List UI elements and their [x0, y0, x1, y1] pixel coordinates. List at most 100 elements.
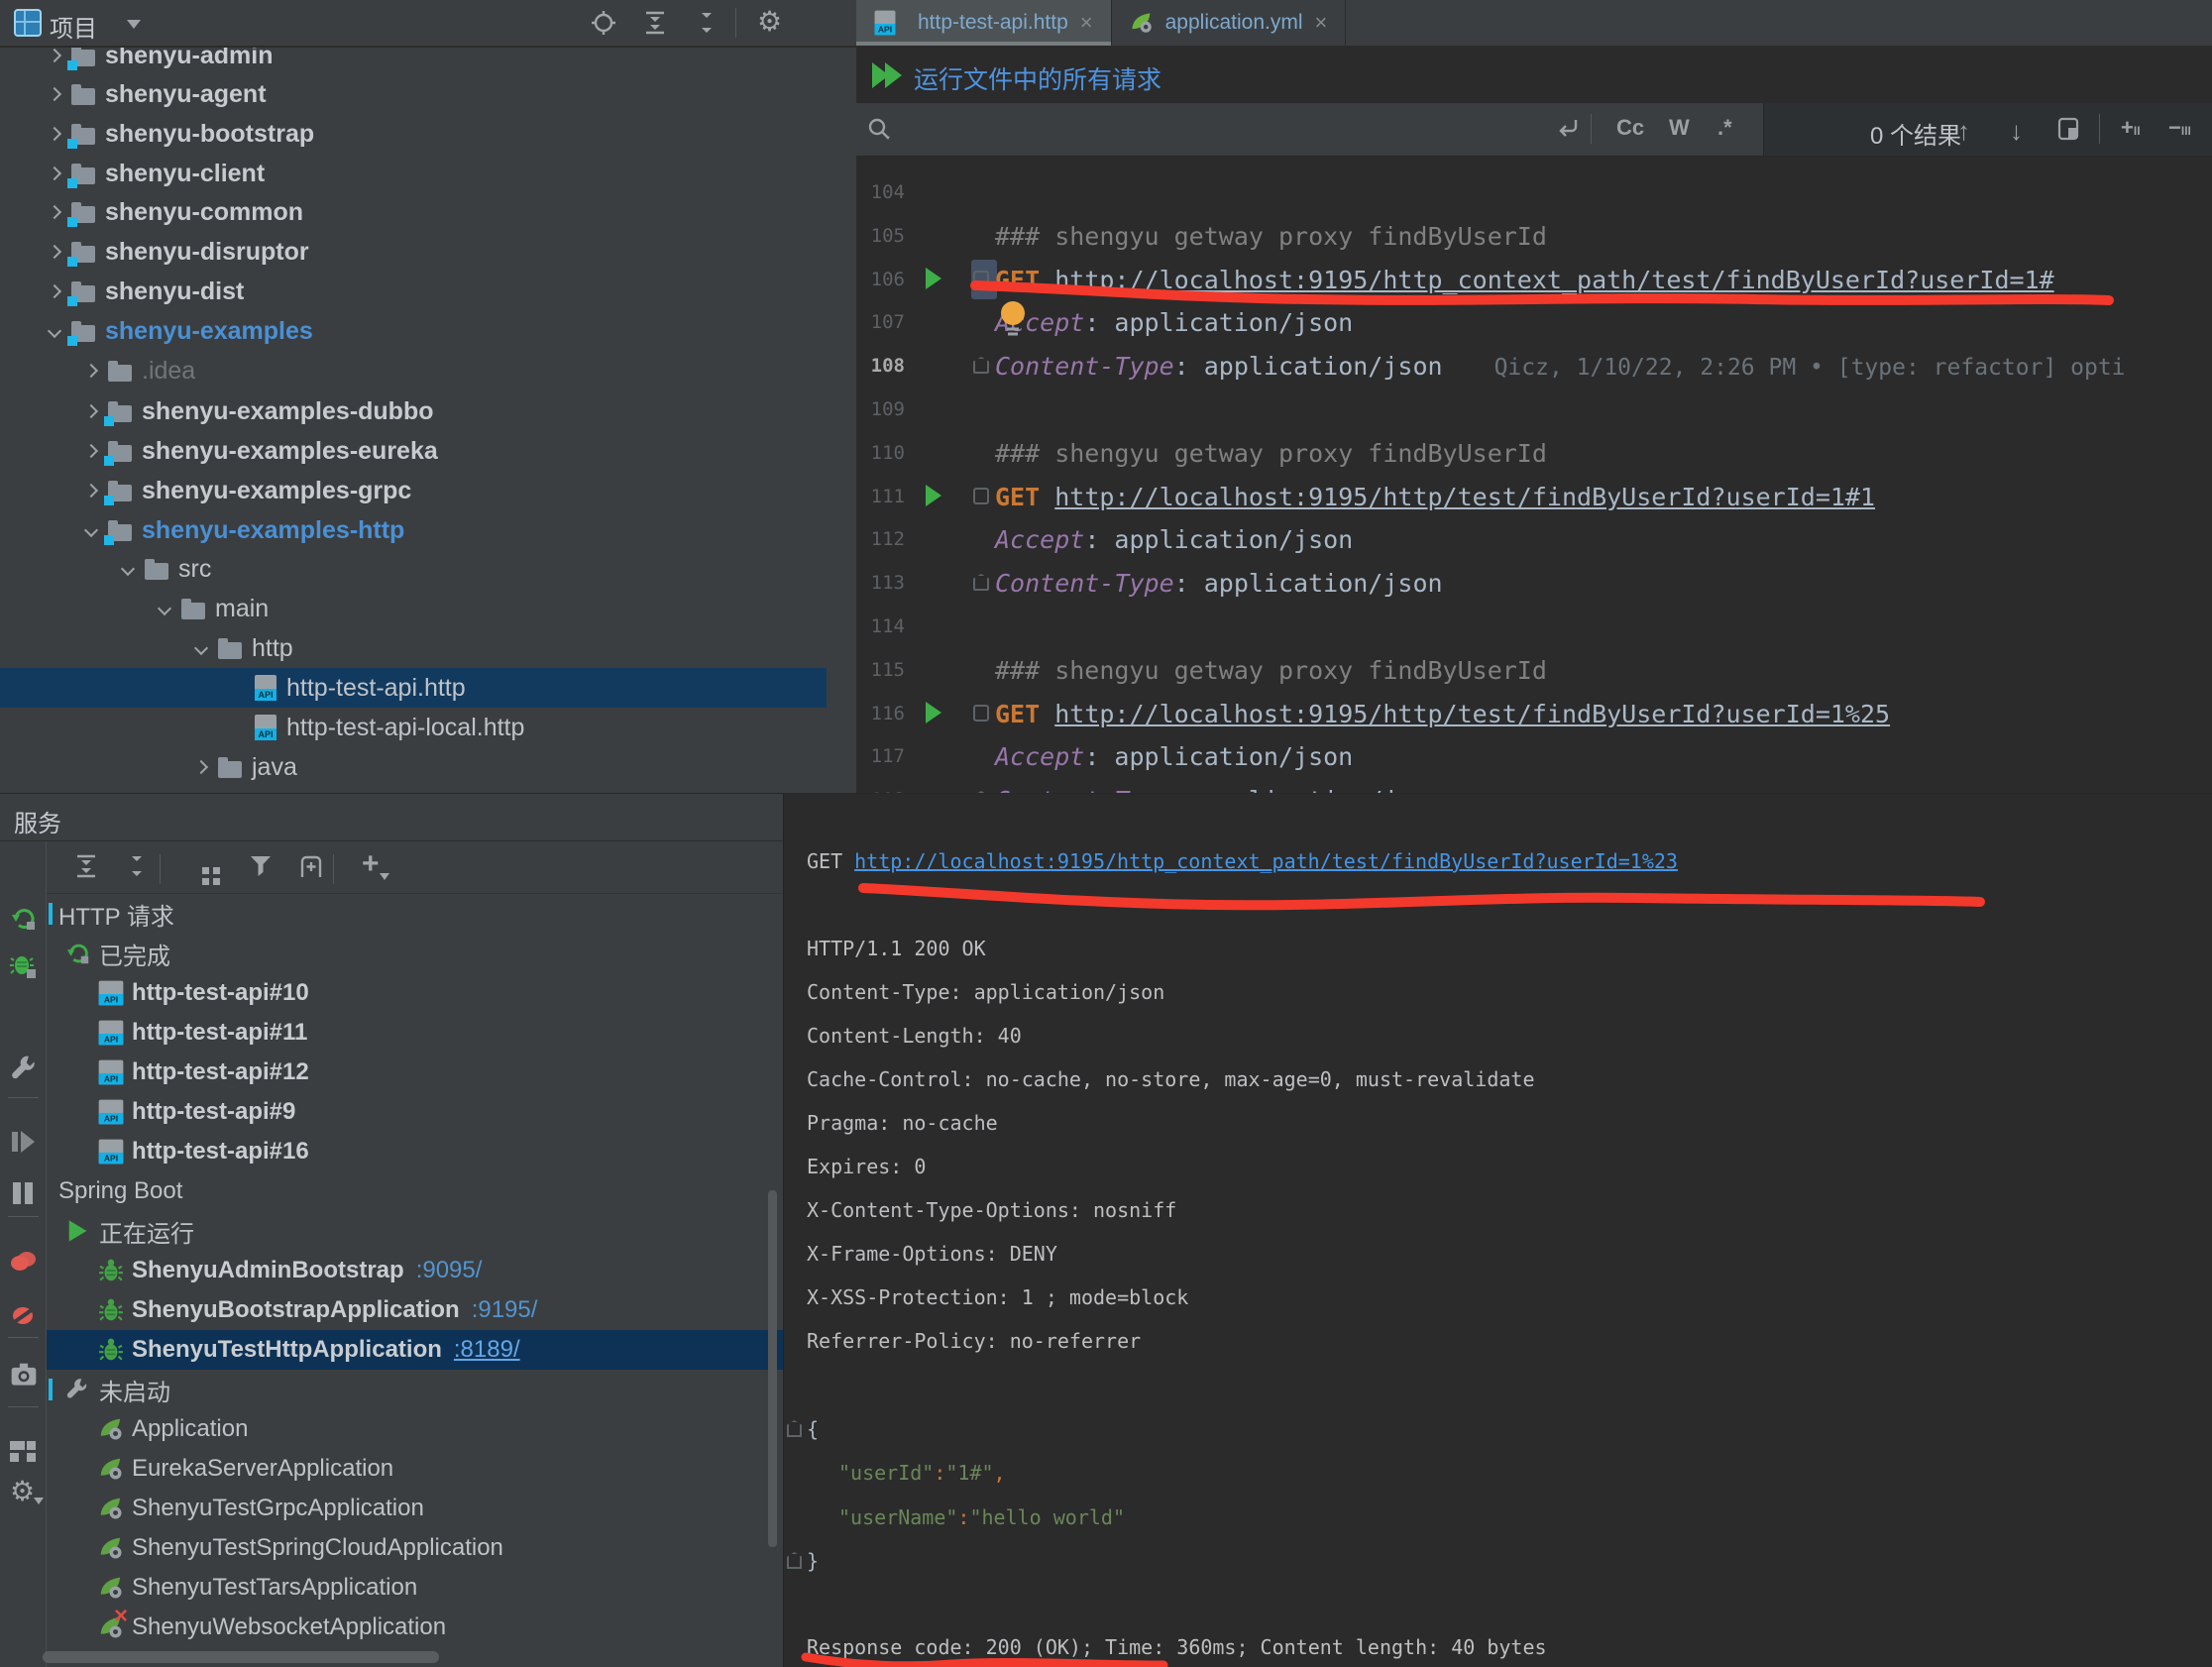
tree-item-shenyu-examples-dubbo[interactable]: shenyu-examples-dubbo	[0, 391, 827, 431]
tree-item-src[interactable]: src	[0, 549, 827, 589]
fold-marker-icon[interactable]	[787, 1552, 802, 1569]
run-all-link[interactable]: 运行文件中的所有请求	[914, 60, 1161, 96]
tree-item-shenyu-disruptor[interactable]: shenyu-disruptor	[0, 232, 827, 272]
chevron-down-icon[interactable]	[46, 322, 63, 340]
tab-application-yml[interactable]: application.yml ×	[1112, 0, 1347, 46]
tree-item-http-test-api-local[interactable]: http-test-api-local.http	[0, 708, 827, 747]
chevron-right-icon[interactable]	[192, 758, 210, 776]
project-panel-title[interactable]: 项目	[50, 9, 97, 44]
chevron-down-icon[interactable]	[192, 639, 210, 657]
chevron-right-icon[interactable]	[46, 243, 63, 261]
expand-all-icon[interactable]	[73, 853, 101, 881]
chevron-down-icon[interactable]	[156, 600, 173, 617]
service-group-completed[interactable]: 已完成	[47, 934, 783, 973]
chevron-right-icon[interactable]	[82, 362, 100, 380]
close-icon[interactable]: ×	[1080, 12, 1093, 34]
app-port-link[interactable]: :9195/	[472, 1296, 538, 1324]
run-request-icon[interactable]	[926, 485, 941, 506]
request-url-link[interactable]: http://localhost:9195/http_context_path/…	[1054, 266, 2053, 294]
fold-marker-icon[interactable]	[973, 705, 989, 722]
regex-icon[interactable]: .*	[1717, 115, 1732, 141]
service-item-shenyu-test-spring-cloud-application[interactable]: ShenyuTestSpringCloudApplication	[47, 1528, 783, 1568]
expand-all-icon[interactable]	[642, 10, 668, 36]
stop-icon[interactable]	[10, 1004, 38, 1032]
tree-item-shenyu-agent[interactable]: shenyu-agent	[0, 74, 827, 114]
horizontal-scrollbar[interactable]	[43, 1651, 439, 1663]
arrow-down-icon[interactable]: ↓	[2010, 116, 2023, 147]
locate-file-icon[interactable]	[591, 10, 616, 36]
tree-item-shenyu-examples-http[interactable]: shenyu-examples-http	[0, 510, 827, 550]
add-service-frame-icon[interactable]	[298, 853, 326, 881]
service-group-not-started[interactable]: 未启动	[47, 1370, 783, 1409]
tree-item-http-dir[interactable]: http	[0, 628, 827, 668]
response-url-link[interactable]: http://localhost:9195/http_context_path/…	[854, 849, 1678, 873]
service-item-http-test-api-11[interactable]: http-test-api#11	[47, 1013, 783, 1053]
settings-gear-icon[interactable]: ⚙	[757, 6, 782, 37]
chevron-down-icon[interactable]	[119, 560, 137, 578]
service-item-http-test-api-16[interactable]: http-test-api#16	[47, 1132, 783, 1171]
run-request-icon[interactable]	[926, 268, 941, 289]
tree-item-shenyu-dist[interactable]: shenyu-dist	[0, 272, 827, 311]
service-item-shenyu-test-tars-application[interactable]: ShenyuTestTarsApplication	[47, 1568, 783, 1608]
chevron-right-icon[interactable]	[46, 125, 63, 143]
fold-marker-icon[interactable]	[973, 488, 989, 504]
filter-icon[interactable]	[248, 853, 276, 881]
edit-configuration-wrench-icon[interactable]	[10, 1054, 38, 1081]
tree-item-shenyu-bootstrap[interactable]: shenyu-bootstrap	[0, 114, 827, 154]
tab-http-test-api[interactable]: http-test-api.http ×	[856, 0, 1112, 46]
chevron-down-icon[interactable]	[127, 20, 141, 29]
settings-gear-icon[interactable]: ⚙	[10, 1476, 35, 1506]
request-url-link[interactable]: http://localhost:9195/http/test/findByUs…	[1054, 700, 1890, 728]
fold-marker-icon[interactable]	[973, 271, 989, 287]
fold-marker-icon[interactable]	[973, 574, 989, 591]
service-item-application[interactable]: Application	[47, 1409, 783, 1449]
tree-item-shenyu-client[interactable]: shenyu-client	[0, 154, 827, 193]
tree-item-main[interactable]: main	[0, 589, 827, 628]
request-url-link[interactable]: http://localhost:9195/http/test/findByUs…	[1054, 483, 1875, 511]
project-view-icon[interactable]	[14, 9, 42, 37]
service-item-http-test-api-9[interactable]: http-test-api#9	[47, 1092, 783, 1132]
service-item-shenyu-bootstrap-application[interactable]: ShenyuBootstrapApplication :9195/	[47, 1290, 783, 1330]
fold-marker-icon[interactable]	[787, 1420, 802, 1437]
search-icon[interactable]	[866, 116, 892, 148]
editor-search-bar[interactable]: Cc W .* 0 个结果 ↑ ↓ +II −III	[856, 103, 2212, 157]
tree-item-shenyu-common[interactable]: shenyu-common	[0, 192, 827, 232]
chevron-right-icon[interactable]	[82, 442, 100, 460]
service-group-running[interactable]: 正在运行	[47, 1211, 783, 1251]
rerun-failed-icon[interactable]	[10, 952, 38, 980]
chevron-down-icon[interactable]	[82, 521, 100, 539]
tree-item-http-test-api[interactable]: http-test-api.http	[0, 668, 827, 708]
chevron-right-icon[interactable]	[46, 282, 63, 300]
close-icon[interactable]: ×	[1315, 12, 1328, 34]
service-item-http-test-api-10[interactable]: http-test-api#10	[47, 973, 783, 1013]
arrow-up-icon[interactable]: ↑	[1957, 116, 1970, 147]
service-item-eureka-server-application[interactable]: EurekaServerApplication	[47, 1449, 783, 1489]
filter-search-icon[interactable]	[2056, 116, 2082, 148]
service-item-shenyu-admin-bootstrap[interactable]: ShenyuAdminBootstrap :9095/	[47, 1251, 783, 1290]
fold-marker-icon[interactable]	[973, 357, 989, 374]
words-icon[interactable]: W	[1669, 115, 1690, 141]
code-area[interactable]: 104 105 ### shengyu getway proxy findByU…	[856, 157, 2212, 793]
app-port-link[interactable]: :8189/	[454, 1336, 520, 1364]
tree-item-shenyu-examples-eureka[interactable]: shenyu-examples-eureka	[0, 431, 827, 471]
response-console[interactable]: GET http://localhost:9195/http_context_p…	[783, 793, 2212, 1667]
tree-item-java[interactable]: java	[0, 747, 827, 787]
chevron-right-icon[interactable]	[82, 402, 100, 420]
service-item-shenyu-test-grpc-application[interactable]: ShenyuTestGrpcApplication	[47, 1489, 783, 1528]
thread-dump-camera-icon[interactable]	[10, 1361, 38, 1389]
tree-item-shenyu-admin[interactable]: shenyu-admin	[0, 48, 827, 75]
tree-item-shenyu-examples[interactable]: shenyu-examples	[0, 311, 827, 351]
chevron-right-icon[interactable]	[46, 165, 63, 182]
match-case-icon[interactable]: Cc	[1616, 115, 1644, 141]
service-item-shenyu-test-http-application[interactable]: ShenyuTestHttpApplication :8189/	[47, 1330, 783, 1370]
collapse-all-icon[interactable]	[124, 853, 152, 881]
vertical-scrollbar[interactable]	[768, 1190, 777, 1547]
chevron-right-icon[interactable]	[46, 203, 63, 221]
soft-wrap-return-icon[interactable]	[1556, 118, 1580, 146]
run-request-icon[interactable]	[926, 702, 941, 723]
collapse-all-icon[interactable]	[694, 10, 719, 36]
add-icon[interactable]: +	[362, 847, 380, 880]
hide-panel-icon[interactable]	[811, 10, 836, 36]
run-all-icon[interactable]	[872, 62, 906, 88]
remove-occurrence-icon[interactable]: −III	[2168, 115, 2191, 141]
